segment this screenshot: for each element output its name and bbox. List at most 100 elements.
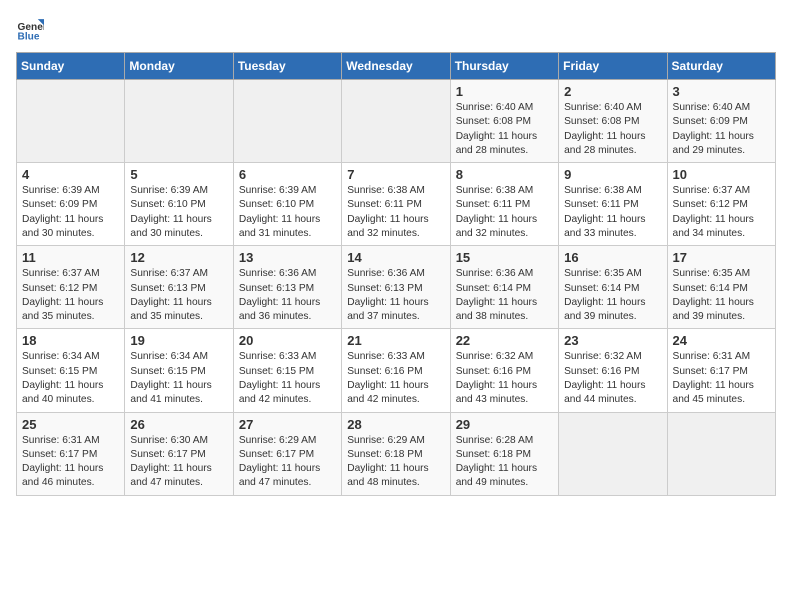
calendar-cell: 3 Sunrise: 6:40 AM Sunset: 6:09 PM Daylig… bbox=[667, 80, 775, 163]
column-header-friday: Friday bbox=[559, 53, 667, 80]
day-number: 27 bbox=[239, 417, 336, 432]
logo-icon: General Blue bbox=[16, 16, 44, 44]
week-row-4: 18 Sunrise: 6:34 AM Sunset: 6:15 PM Dayli… bbox=[17, 329, 776, 412]
day-info: Sunrise: 6:32 AM Sunset: 6:16 PM Dayligh… bbox=[456, 350, 553, 407]
calendar-cell: 28 Sunrise: 6:29 AM Sunset: 6:18 PM Dayli… bbox=[342, 412, 450, 495]
day-info: Sunrise: 6:38 AM Sunset: 6:11 PM Dayligh… bbox=[564, 184, 661, 241]
day-info: Sunrise: 6:33 AM Sunset: 6:16 PM Dayligh… bbox=[347, 350, 444, 407]
day-number: 21 bbox=[347, 333, 444, 348]
week-row-3: 11 Sunrise: 6:37 AM Sunset: 6:12 PM Dayli… bbox=[17, 246, 776, 329]
calendar-cell: 7 Sunrise: 6:38 AM Sunset: 6:11 PM Daylig… bbox=[342, 163, 450, 246]
day-number: 3 bbox=[673, 84, 770, 99]
calendar-cell: 16 Sunrise: 6:35 AM Sunset: 6:14 PM Dayli… bbox=[559, 246, 667, 329]
day-number: 17 bbox=[673, 250, 770, 265]
calendar-cell: 13 Sunrise: 6:36 AM Sunset: 6:13 PM Dayli… bbox=[233, 246, 341, 329]
day-info: Sunrise: 6:39 AM Sunset: 6:10 PM Dayligh… bbox=[130, 184, 227, 241]
calendar-cell: 25 Sunrise: 6:31 AM Sunset: 6:17 PM Dayli… bbox=[17, 412, 125, 495]
day-info: Sunrise: 6:31 AM Sunset: 6:17 PM Dayligh… bbox=[673, 350, 770, 407]
calendar-cell: 22 Sunrise: 6:32 AM Sunset: 6:16 PM Dayli… bbox=[450, 329, 558, 412]
day-info: Sunrise: 6:29 AM Sunset: 6:17 PM Dayligh… bbox=[239, 434, 336, 491]
calendar-cell: 8 Sunrise: 6:38 AM Sunset: 6:11 PM Daylig… bbox=[450, 163, 558, 246]
day-number: 25 bbox=[22, 417, 119, 432]
calendar-cell: 24 Sunrise: 6:31 AM Sunset: 6:17 PM Dayli… bbox=[667, 329, 775, 412]
column-header-thursday: Thursday bbox=[450, 53, 558, 80]
calendar-cell: 2 Sunrise: 6:40 AM Sunset: 6:08 PM Daylig… bbox=[559, 80, 667, 163]
day-info: Sunrise: 6:35 AM Sunset: 6:14 PM Dayligh… bbox=[673, 267, 770, 324]
calendar-cell: 10 Sunrise: 6:37 AM Sunset: 6:12 PM Dayli… bbox=[667, 163, 775, 246]
day-number: 24 bbox=[673, 333, 770, 348]
day-info: Sunrise: 6:40 AM Sunset: 6:08 PM Dayligh… bbox=[456, 101, 553, 158]
calendar-cell bbox=[233, 80, 341, 163]
calendar-cell bbox=[559, 412, 667, 495]
calendar-cell: 15 Sunrise: 6:36 AM Sunset: 6:14 PM Dayli… bbox=[450, 246, 558, 329]
day-number: 4 bbox=[22, 167, 119, 182]
day-number: 7 bbox=[347, 167, 444, 182]
day-number: 18 bbox=[22, 333, 119, 348]
calendar-cell: 17 Sunrise: 6:35 AM Sunset: 6:14 PM Dayli… bbox=[667, 246, 775, 329]
day-info: Sunrise: 6:29 AM Sunset: 6:18 PM Dayligh… bbox=[347, 434, 444, 491]
day-number: 10 bbox=[673, 167, 770, 182]
day-info: Sunrise: 6:37 AM Sunset: 6:13 PM Dayligh… bbox=[130, 267, 227, 324]
calendar-cell bbox=[342, 80, 450, 163]
day-info: Sunrise: 6:31 AM Sunset: 6:17 PM Dayligh… bbox=[22, 434, 119, 491]
calendar-cell bbox=[17, 80, 125, 163]
page-header: General Blue bbox=[16, 16, 776, 44]
day-number: 19 bbox=[130, 333, 227, 348]
calendar-cell bbox=[125, 80, 233, 163]
column-header-monday: Monday bbox=[125, 53, 233, 80]
day-info: Sunrise: 6:34 AM Sunset: 6:15 PM Dayligh… bbox=[22, 350, 119, 407]
day-number: 28 bbox=[347, 417, 444, 432]
calendar-cell: 29Sunrise: 6:28 AM Sunset: 6:18 PM Dayli… bbox=[450, 412, 558, 495]
column-header-saturday: Saturday bbox=[667, 53, 775, 80]
day-info: Sunrise: 6:34 AM Sunset: 6:15 PM Dayligh… bbox=[130, 350, 227, 407]
calendar-cell: 5Sunrise: 6:39 AM Sunset: 6:10 PM Daylig… bbox=[125, 163, 233, 246]
day-info: Sunrise: 6:39 AM Sunset: 6:09 PM Dayligh… bbox=[22, 184, 119, 241]
day-info: Sunrise: 6:38 AM Sunset: 6:11 PM Dayligh… bbox=[347, 184, 444, 241]
day-info: Sunrise: 6:40 AM Sunset: 6:09 PM Dayligh… bbox=[673, 101, 770, 158]
day-number: 8 bbox=[456, 167, 553, 182]
day-number: 29 bbox=[456, 417, 553, 432]
column-header-sunday: Sunday bbox=[17, 53, 125, 80]
calendar-cell: 19 Sunrise: 6:34 AM Sunset: 6:15 PM Dayli… bbox=[125, 329, 233, 412]
day-number: 22 bbox=[456, 333, 553, 348]
calendar-cell: 23 Sunrise: 6:32 AM Sunset: 6:16 PM Dayli… bbox=[559, 329, 667, 412]
logo: General Blue bbox=[16, 16, 46, 44]
day-number: 23 bbox=[564, 333, 661, 348]
day-number: 15 bbox=[456, 250, 553, 265]
calendar-cell: 14 Sunrise: 6:36 AM Sunset: 6:13 PM Dayli… bbox=[342, 246, 450, 329]
week-row-2: 4 Sunrise: 6:39 AM Sunset: 6:09 PM Daylig… bbox=[17, 163, 776, 246]
calendar-cell bbox=[667, 412, 775, 495]
day-info: Sunrise: 6:32 AM Sunset: 6:16 PM Dayligh… bbox=[564, 350, 661, 407]
calendar-cell: 21 Sunrise: 6:33 AM Sunset: 6:16 PM Dayli… bbox=[342, 329, 450, 412]
calendar-cell: 26Sunrise: 6:30 AM Sunset: 6:17 PM Dayli… bbox=[125, 412, 233, 495]
calendar-cell: 18 Sunrise: 6:34 AM Sunset: 6:15 PM Dayli… bbox=[17, 329, 125, 412]
day-number: 12 bbox=[130, 250, 227, 265]
day-number: 11 bbox=[22, 250, 119, 265]
calendar-cell: 9Sunrise: 6:38 AM Sunset: 6:11 PM Daylig… bbox=[559, 163, 667, 246]
calendar-table: SundayMondayTuesdayWednesdayThursdayFrid… bbox=[16, 52, 776, 496]
calendar-header-row: SundayMondayTuesdayWednesdayThursdayFrid… bbox=[17, 53, 776, 80]
week-row-5: 25 Sunrise: 6:31 AM Sunset: 6:17 PM Dayli… bbox=[17, 412, 776, 495]
calendar-cell: 1 Sunrise: 6:40 AM Sunset: 6:08 PM Daylig… bbox=[450, 80, 558, 163]
calendar-cell: 27 Sunrise: 6:29 AM Sunset: 6:17 PM Dayli… bbox=[233, 412, 341, 495]
day-info: Sunrise: 6:36 AM Sunset: 6:14 PM Dayligh… bbox=[456, 267, 553, 324]
day-number: 13 bbox=[239, 250, 336, 265]
day-number: 16 bbox=[564, 250, 661, 265]
day-info: Sunrise: 6:36 AM Sunset: 6:13 PM Dayligh… bbox=[347, 267, 444, 324]
day-info: Sunrise: 6:38 AM Sunset: 6:11 PM Dayligh… bbox=[456, 184, 553, 241]
day-number: 1 bbox=[456, 84, 553, 99]
calendar-cell: 11 Sunrise: 6:37 AM Sunset: 6:12 PM Dayli… bbox=[17, 246, 125, 329]
day-info: Sunrise: 6:37 AM Sunset: 6:12 PM Dayligh… bbox=[673, 184, 770, 241]
calendar-cell: 4 Sunrise: 6:39 AM Sunset: 6:09 PM Daylig… bbox=[17, 163, 125, 246]
day-number: 2 bbox=[564, 84, 661, 99]
day-info: Sunrise: 6:35 AM Sunset: 6:14 PM Dayligh… bbox=[564, 267, 661, 324]
day-info: Sunrise: 6:33 AM Sunset: 6:15 PM Dayligh… bbox=[239, 350, 336, 407]
calendar-cell: 6Sunrise: 6:39 AM Sunset: 6:10 PM Daylig… bbox=[233, 163, 341, 246]
day-number: 14 bbox=[347, 250, 444, 265]
day-info: Sunrise: 6:39 AM Sunset: 6:10 PM Dayligh… bbox=[239, 184, 336, 241]
day-info: Sunrise: 6:36 AM Sunset: 6:13 PM Dayligh… bbox=[239, 267, 336, 324]
week-row-1: 1 Sunrise: 6:40 AM Sunset: 6:08 PM Daylig… bbox=[17, 80, 776, 163]
day-info: Sunrise: 6:37 AM Sunset: 6:12 PM Dayligh… bbox=[22, 267, 119, 324]
column-header-tuesday: Tuesday bbox=[233, 53, 341, 80]
day-info: Sunrise: 6:40 AM Sunset: 6:08 PM Dayligh… bbox=[564, 101, 661, 158]
